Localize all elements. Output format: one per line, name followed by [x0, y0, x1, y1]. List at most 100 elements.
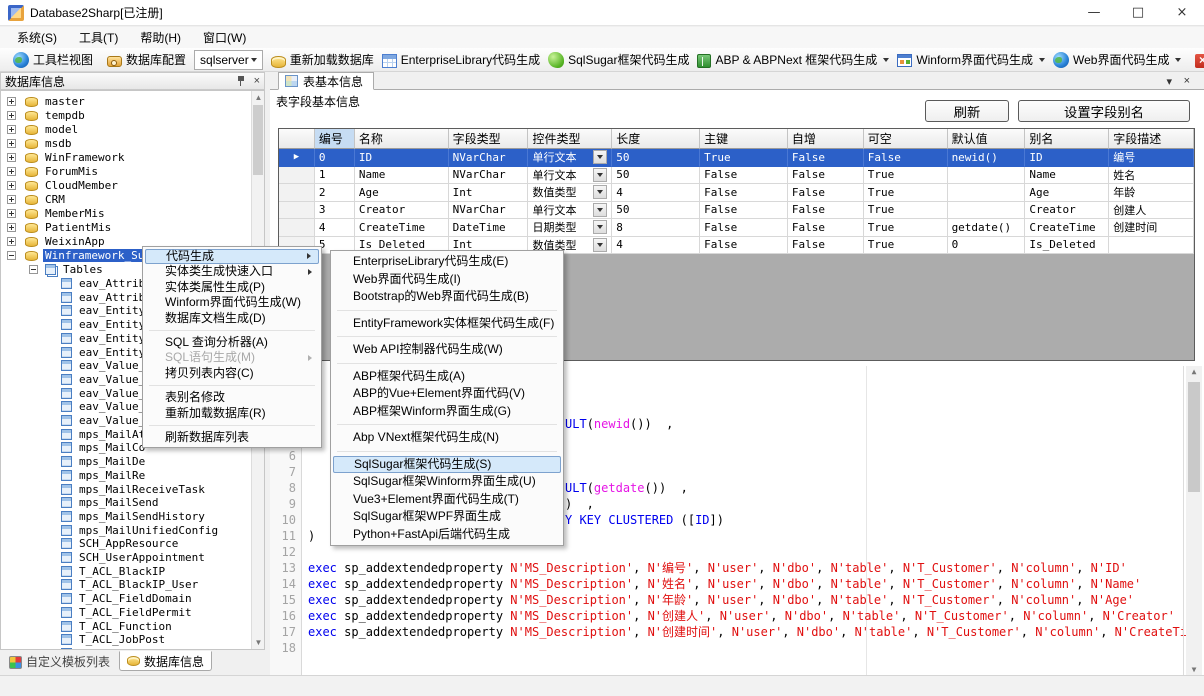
grid-cell[interactable]: getdate(): [948, 219, 1026, 237]
cell-dropdown-button[interactable]: [593, 150, 607, 164]
menu-item[interactable]: SqlSugar框架Winform界面生成(U): [333, 473, 561, 491]
column-header[interactable]: 长度: [612, 129, 700, 149]
menu-item[interactable]: Winform界面代码生成(W): [145, 295, 319, 310]
menu-item[interactable]: 数据库文档生成(D): [145, 311, 319, 326]
tree-item-label[interactable]: WeixinApp: [43, 235, 107, 248]
grid-cell[interactable]: Name: [355, 167, 449, 185]
grid-cell[interactable]: 单行文本: [528, 149, 612, 167]
tree-item-label[interactable]: eav_Attrib: [77, 277, 147, 290]
menu-item[interactable]: EnterpriseLibrary代码生成(E): [333, 253, 561, 271]
tree-item-label[interactable]: eav_Entity: [77, 346, 147, 359]
grid-cell[interactable]: False: [788, 219, 864, 237]
grid-cell[interactable]: Age: [355, 184, 449, 202]
tree-item-label[interactable]: Tables: [61, 263, 105, 276]
grid-cell[interactable]: 1: [315, 167, 355, 185]
grid-cell[interactable]: True: [864, 167, 948, 185]
menu-window[interactable]: 窗口(W): [192, 27, 257, 48]
grid-cell[interactable]: False: [700, 237, 788, 255]
table-row[interactable]: 1NameNVarChar单行文本50FalseFalseTrueName姓名: [279, 167, 1194, 185]
tree-item-label[interactable]: eav_Value_: [77, 414, 147, 427]
close-icon[interactable]: ×: [1160, 0, 1204, 26]
cell-dropdown-button[interactable]: [593, 238, 607, 252]
expand-icon[interactable]: [7, 139, 16, 148]
row-selector[interactable]: [279, 202, 315, 220]
tab-list-dropdown-icon[interactable]: ▾: [1166, 75, 1172, 88]
menu-item[interactable]: EntityFramework实体框架代码生成(F): [333, 315, 561, 333]
tree-item-label[interactable]: eav_Entity: [77, 332, 147, 345]
grid-cell[interactable]: True: [864, 202, 948, 220]
scroll-up-icon[interactable]: ▲: [1186, 367, 1202, 376]
menu-item[interactable]: 实体类生成快速入口: [145, 264, 319, 279]
row-selector[interactable]: ▶: [279, 149, 315, 167]
tab-close-icon[interactable]: ×: [1184, 75, 1190, 87]
tree-item-label[interactable]: mps_MailRe: [77, 469, 147, 482]
tree-item-label[interactable]: mps_MailCo: [77, 441, 147, 454]
tree-item-label[interactable]: T_ACL_FieldPermit: [77, 606, 194, 619]
abp-gen-button[interactable]: ABP & ABPNext 框架代码生成: [693, 49, 893, 70]
expand-icon[interactable]: [7, 153, 16, 162]
grid-cell[interactable]: 4: [612, 237, 700, 255]
tree-item-label[interactable]: CloudMember: [43, 179, 120, 192]
menu-item[interactable]: ABP框架Winform界面生成(G): [333, 403, 561, 421]
grid-cell[interactable]: 3: [315, 202, 355, 220]
tree-item-label[interactable]: mps_MailDe: [77, 455, 147, 468]
tree-item-label[interactable]: mps_MailAt: [77, 428, 147, 441]
tree-item-label[interactable]: msdb: [43, 137, 74, 150]
tree-item-label[interactable]: master: [43, 95, 87, 108]
column-header[interactable]: 可空: [864, 129, 948, 149]
cell-dropdown-button[interactable]: [593, 203, 607, 217]
tree-item-label[interactable]: mps_MailReceiveTask: [77, 483, 207, 496]
grid-cell[interactable]: False: [700, 184, 788, 202]
grid-cell[interactable]: 50: [612, 167, 700, 185]
grid-cell[interactable]: 编号: [1109, 149, 1194, 167]
tree-item-label[interactable]: eav_Value_: [77, 359, 147, 372]
menu-item[interactable]: 代码生成: [145, 249, 319, 264]
expand-icon[interactable]: [7, 209, 16, 218]
cell-dropdown-button[interactable]: [593, 220, 607, 234]
expand-icon[interactable]: [7, 97, 16, 106]
grid-cell[interactable]: ID: [355, 149, 449, 167]
menu-tools[interactable]: 工具(T): [68, 27, 129, 48]
menu-item[interactable]: Vue3+Element界面代码生成(T): [333, 491, 561, 509]
grid-cell[interactable]: True: [864, 237, 948, 255]
grid-cell[interactable]: NVarChar: [449, 149, 529, 167]
tree-item-label[interactable]: T_ACL_BlackIP_User: [77, 578, 200, 591]
row-selector[interactable]: [279, 184, 315, 202]
db-config-button[interactable]: 数据库配置: [103, 49, 190, 70]
column-header[interactable]: 别名: [1025, 129, 1109, 149]
grid-cell[interactable]: 0: [948, 237, 1026, 255]
grid-cell[interactable]: 单行文本: [528, 202, 612, 220]
grid-cell[interactable]: True: [864, 219, 948, 237]
expand-icon[interactable]: [7, 167, 16, 176]
tree-item-label[interactable]: T_ACL_FieldDomain: [77, 592, 194, 605]
grid-cell[interactable]: NVarChar: [449, 167, 529, 185]
grid-cell[interactable]: CreateTime: [1025, 219, 1109, 237]
grid-cell[interactable]: 单行文本: [528, 167, 612, 185]
column-header[interactable]: 字段描述: [1109, 129, 1194, 149]
set-field-alias-button[interactable]: 设置字段别名: [1018, 100, 1190, 122]
grid-cell[interactable]: 姓名: [1109, 167, 1194, 185]
menu-item[interactable]: SQL语句生成(M): [145, 350, 319, 365]
toolbar-view-button[interactable]: 工具栏视图: [9, 49, 97, 70]
tree-item-label[interactable]: CRM: [43, 193, 67, 206]
menu-item[interactable]: ABP的Vue+Element界面代码(V): [333, 385, 561, 403]
grid-cell[interactable]: 数值类型: [528, 184, 612, 202]
grid-cell[interactable]: 0: [315, 149, 355, 167]
expand-icon[interactable]: [7, 237, 16, 246]
tree-item-label[interactable]: eav_Attrib: [77, 291, 147, 304]
grid-cell[interactable]: [1109, 237, 1194, 255]
tree-item-label[interactable]: SCH_UserAppointment: [77, 551, 207, 564]
grid-cell[interactable]: 50: [612, 149, 700, 167]
cell-dropdown-button[interactable]: [593, 168, 607, 182]
tree-item-label[interactable]: tempdb: [43, 109, 87, 122]
column-header[interactable]: 自增: [788, 129, 864, 149]
grid-cell[interactable]: False: [788, 202, 864, 220]
scroll-up-icon[interactable]: ▲: [252, 91, 265, 104]
menu-item[interactable]: 重新加载数据库(R): [145, 406, 319, 421]
collapse-icon[interactable]: [29, 265, 38, 274]
expand-icon[interactable]: [7, 223, 16, 232]
tree-item-label[interactable]: T_ACL_Function: [77, 620, 174, 633]
grid-cell[interactable]: False: [700, 219, 788, 237]
tree-item-label[interactable]: mps_MailSendHistory: [77, 510, 207, 523]
grid-cell[interactable]: False: [700, 202, 788, 220]
